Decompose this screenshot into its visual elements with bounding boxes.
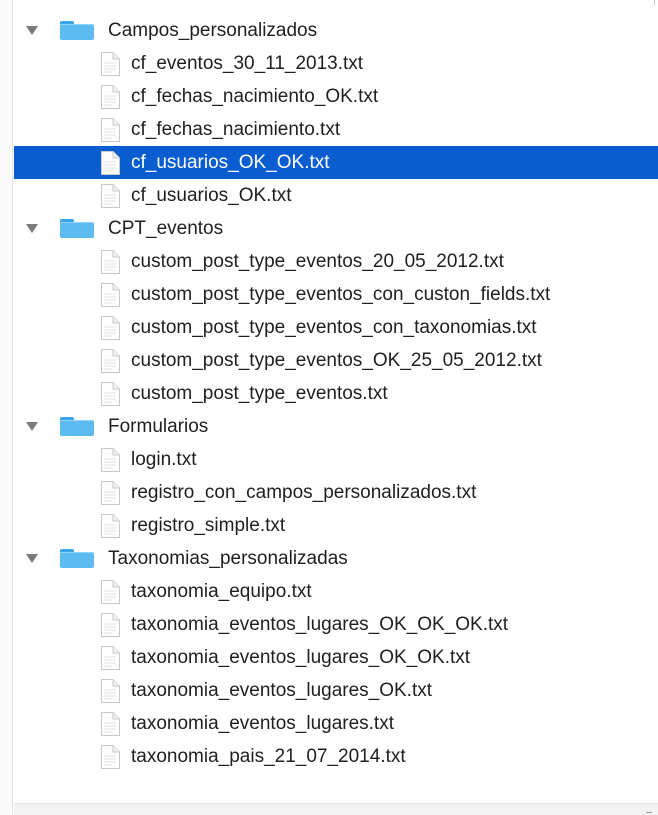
text-file-icon [100,349,120,373]
file-label: cf_fechas_nacimiento.txt [131,119,341,140]
folder-icon [60,417,94,436]
file-label: taxonomia_eventos_lugares.txt [131,713,394,734]
file-row[interactable]: registro_simple.txt [14,509,658,542]
file-label: login.txt [131,449,197,470]
file-row[interactable]: custom_post_type_eventos.txt [14,377,658,410]
file-row[interactable]: taxonomia_eventos_lugares_OK_OK_OK.txt [14,608,658,641]
file-row[interactable]: cf_eventos_30_11_2013.txt [14,47,658,80]
folder-label: Taxonomias_personalizadas [108,548,348,569]
text-file-icon [100,679,120,703]
file-label: taxonomia_equipo.txt [131,581,312,602]
file-tree: Campos_personalizados cf_eventos_30_11_20… [14,14,658,773]
file-row[interactable]: login.txt [14,443,658,476]
folder-icon [60,549,94,568]
file-label: cf_eventos_30_11_2013.txt [131,53,364,74]
resize-hint [654,0,655,5]
file-label: registro_con_campos_personalizados.txt [131,482,477,503]
text-file-icon [100,151,120,175]
folder-label: CPT_eventos [108,218,224,239]
file-row[interactable]: cf_usuarios_OK_OK.txt [14,146,658,179]
file-browser-window: Campos_personalizados cf_eventos_30_11_20… [0,0,658,815]
file-row[interactable]: cf_fechas_nacimiento.txt [14,113,658,146]
file-row[interactable]: custom_post_type_eventos_con_taxonomias.… [14,311,658,344]
file-label: custom_post_type_eventos_con_taxonomias.… [131,317,537,338]
disclosure-triangle-icon[interactable] [26,554,38,563]
text-file-icon [100,745,120,769]
text-file-icon [100,184,120,208]
file-label: registro_simple.txt [131,515,286,536]
file-label: custom_post_type_eventos_20_05_2012.txt [131,251,504,272]
file-row[interactable]: taxonomia_eventos_lugares_OK.txt [14,674,658,707]
folder-icon [60,21,94,40]
file-row[interactable]: taxonomia_eventos_lugares_OK_OK.txt [14,641,658,674]
file-label: taxonomia_eventos_lugares_OK_OK_OK.txt [131,614,509,635]
disclosure-triangle-icon[interactable] [26,422,38,431]
file-label: cf_fechas_nacimiento_OK.txt [131,86,379,107]
file-label: custom_post_type_eventos_OK_25_05_2012.t… [131,350,542,371]
file-label: cf_usuarios_OK_OK.txt [131,152,330,173]
disclosure-triangle-icon[interactable] [26,26,38,35]
text-file-icon [100,481,120,505]
folder-row[interactable]: CPT_eventos [14,212,658,245]
file-label: custom_post_type_eventos.txt [131,383,388,404]
left-pane-edge [0,0,13,815]
text-file-icon [100,382,120,406]
file-label: taxonomia_eventos_lugares_OK_OK.txt [131,647,471,668]
text-file-icon [100,250,120,274]
text-file-icon [100,85,120,109]
text-file-icon [100,118,120,142]
file-row[interactable]: taxonomia_eventos_lugares.txt [14,707,658,740]
file-label: taxonomia_pais_21_07_2014.txt [131,746,406,767]
file-row[interactable]: custom_post_type_eventos_OK_25_05_2012.t… [14,344,658,377]
folder-icon [60,219,94,238]
file-row[interactable]: cf_usuarios_OK.txt [14,179,658,212]
file-row[interactable]: custom_post_type_eventos_20_05_2012.txt [14,245,658,278]
text-file-icon [100,712,120,736]
horizontal-scrollbar-track[interactable] [14,804,658,815]
text-file-icon [100,613,120,637]
folder-row[interactable]: Campos_personalizados [14,14,658,47]
file-row[interactable]: registro_con_campos_personalizados.txt [14,476,658,509]
text-file-icon [100,646,120,670]
file-label: cf_usuarios_OK.txt [131,185,292,206]
text-file-icon [100,514,120,538]
file-row[interactable]: cf_fechas_nacimiento_OK.txt [14,80,658,113]
folder-row[interactable]: Taxonomias_personalizadas [14,542,658,575]
folder-label: Formularios [108,416,209,437]
text-file-icon [100,52,120,76]
disclosure-triangle-icon[interactable] [26,224,38,233]
file-row[interactable]: taxonomia_pais_21_07_2014.txt [14,740,658,773]
folder-row[interactable]: Formularios [14,410,658,443]
resize-corner-icon[interactable] [646,812,652,813]
text-file-icon [100,448,120,472]
text-file-icon [100,580,120,604]
file-row[interactable]: custom_post_type_eventos_con_custon_fiel… [14,278,658,311]
text-file-icon [100,283,120,307]
file-label: custom_post_type_eventos_con_custon_fiel… [131,284,551,305]
file-row[interactable]: taxonomia_equipo.txt [14,575,658,608]
folder-label: Campos_personalizados [108,20,318,41]
text-file-icon [100,316,120,340]
file-label: taxonomia_eventos_lugares_OK.txt [131,680,433,701]
